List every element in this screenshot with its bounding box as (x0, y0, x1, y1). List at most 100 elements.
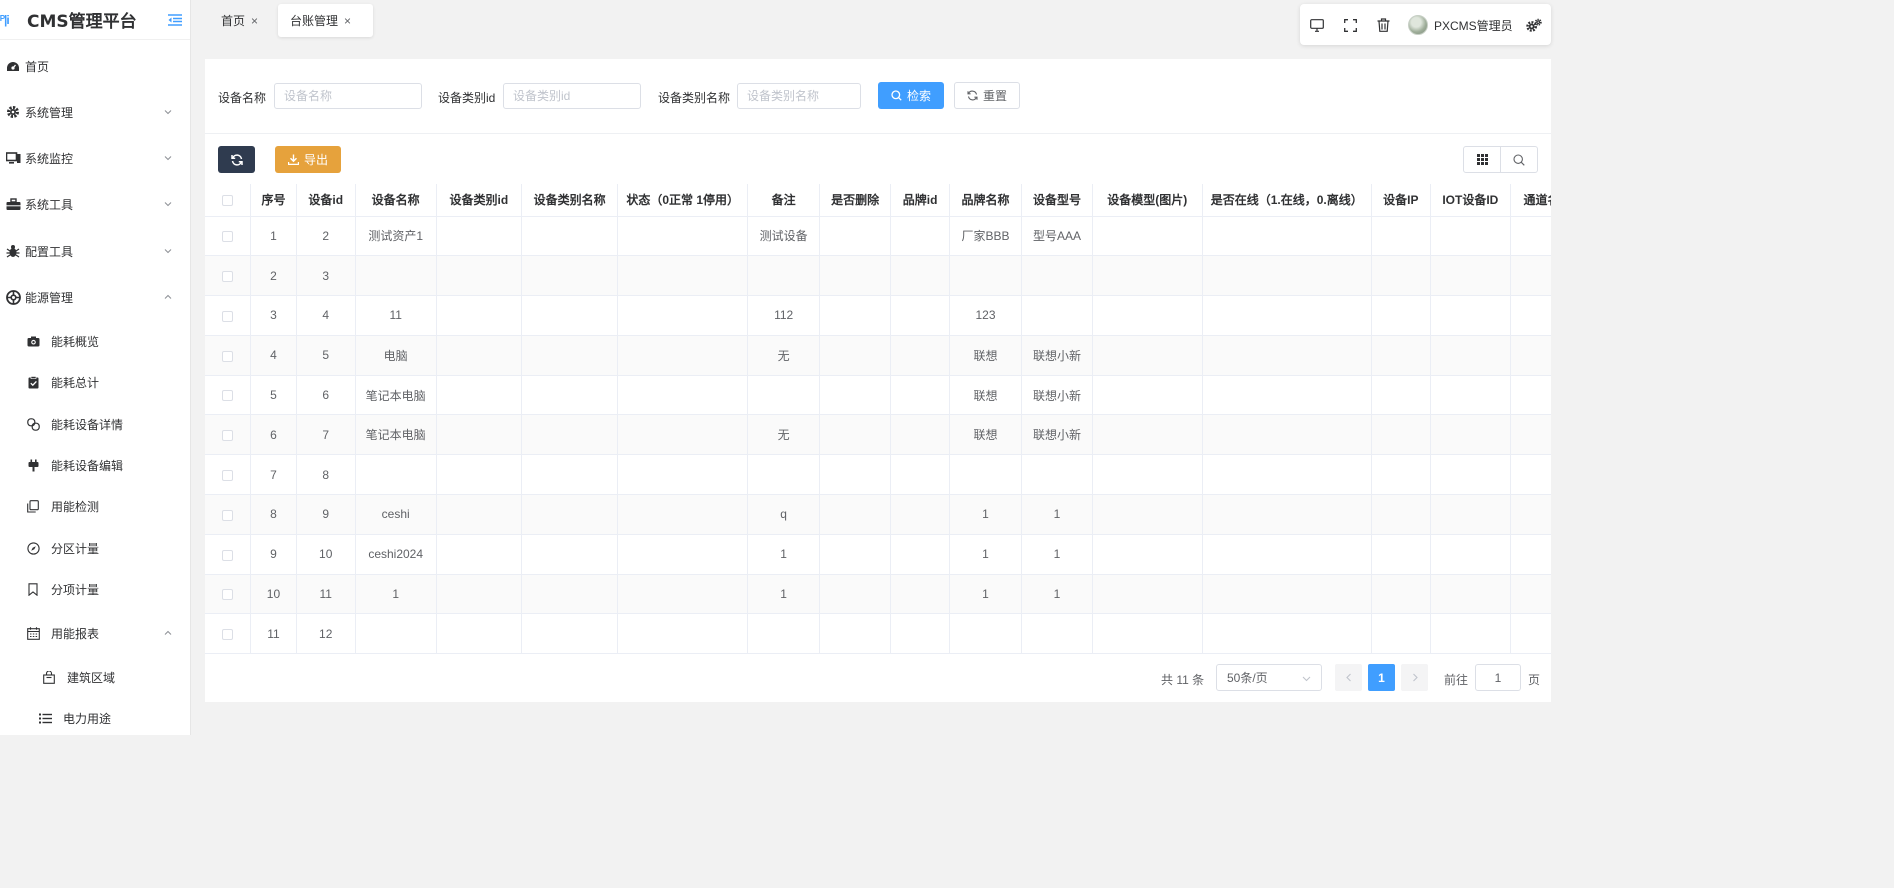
column-header: 设备类别名称 (521, 184, 619, 217)
row-select-cell[interactable] (205, 295, 252, 336)
row-checkbox[interactable] (222, 271, 234, 283)
sidebar-item-system-tools[interactable]: 系统工具 (0, 194, 190, 214)
goto-page-input[interactable] (1475, 664, 1521, 691)
row-checkbox[interactable] (222, 390, 234, 402)
tab-ledger-management[interactable]: 台账管理 × (278, 4, 373, 37)
chevron-up-icon (164, 294, 172, 299)
table-cell: 无 (747, 335, 821, 376)
avatar[interactable] (1408, 15, 1428, 35)
sidebar-item-config-tools[interactable]: 配置工具 (0, 241, 190, 261)
search-toggle-button[interactable] (1501, 147, 1537, 172)
sidebar-subitem-item-metering[interactable]: 分项计量 (0, 579, 190, 599)
row-select-cell[interactable] (205, 255, 252, 297)
table-cell: 1 (949, 494, 1023, 535)
export-button[interactable]: 导出 (275, 146, 341, 173)
table-row[interactable]: 8 9 ceshi q 1 1 (205, 494, 1551, 535)
sidebar-subitem-energy-overview[interactable]: 能耗概览 (0, 331, 190, 351)
sidebar-item-system-management[interactable]: 系统管理 (0, 102, 190, 122)
reset-button[interactable]: 重置 (954, 82, 1020, 109)
close-icon[interactable]: × (251, 14, 258, 28)
page-number-button[interactable]: 1 (1368, 664, 1395, 691)
row-select-cell[interactable] (205, 454, 252, 496)
sidebar-subitem-energy-total[interactable]: 能耗总计 (0, 372, 190, 392)
table-row[interactable]: 23 (205, 255, 1551, 297)
prev-page-button[interactable] (1335, 664, 1362, 691)
row-checkbox[interactable] (222, 549, 234, 561)
next-page-button[interactable] (1401, 664, 1428, 691)
desktop-icon[interactable] (1309, 17, 1325, 33)
row-select-cell[interactable] (205, 613, 252, 654)
table-cell (617, 494, 749, 535)
row-select-cell[interactable] (205, 494, 252, 535)
row-checkbox[interactable] (222, 470, 234, 481)
sidebar-item-energy-management[interactable]: 能源管理 (0, 287, 190, 307)
table-row[interactable]: 4 5 电脑 无 联想 联想小新 (205, 335, 1551, 376)
row-select-cell[interactable] (205, 534, 252, 575)
row-checkbox[interactable] (222, 231, 234, 243)
refresh-table-button[interactable] (218, 146, 255, 173)
row-checkbox[interactable] (222, 589, 234, 601)
fullscreen-icon[interactable] (1342, 17, 1358, 33)
row-select-cell[interactable] (205, 574, 252, 615)
table-cell (1371, 534, 1431, 575)
settings-gears-icon[interactable] (1526, 17, 1542, 33)
sidebar-subitem-energy-device-edit[interactable]: 能耗设备编辑 (0, 455, 190, 475)
sidebar-subitem-energy-device-detail[interactable]: 能耗设备详情 (0, 414, 190, 434)
column-header: 设备类别id (436, 184, 522, 217)
table-row[interactable]: 10 11 1 1 1 1 (205, 574, 1551, 615)
device-name-input[interactable] (274, 83, 422, 109)
sidebar-item-label: 能耗总计 (51, 375, 100, 390)
table-cell (1021, 255, 1093, 297)
select-all-checkbox[interactable] (222, 195, 234, 207)
table-row[interactable]: 6 7 笔记本电脑 无 联想 联想小新 (205, 414, 1551, 456)
table-cell (1371, 255, 1431, 297)
trash-icon[interactable] (1375, 17, 1391, 33)
sidebar-subitem-building-area[interactable]: 建筑区域 (0, 667, 190, 687)
table-row[interactable]: 3 4 11 112 123 (205, 295, 1551, 336)
table-cell: 联想 (949, 335, 1023, 376)
row-checkbox[interactable] (222, 430, 234, 442)
close-icon[interactable]: × (344, 14, 351, 28)
table-cell (1092, 255, 1203, 297)
sidebar-subitem-power-usage[interactable]: 电力用途 (0, 708, 190, 728)
row-select-cell[interactable] (205, 216, 252, 257)
tab-home[interactable]: 首页 × (209, 4, 270, 37)
row-select-cell[interactable] (205, 335, 252, 376)
sidebar-subitem-energy-detection[interactable]: 用能检测 (0, 496, 190, 516)
table-cell: 1 (355, 574, 437, 615)
page-size-value: 50条/页 (1227, 671, 1268, 685)
username[interactable]: PXCMS管理员 (1434, 17, 1513, 34)
sidebar-subitem-zone-metering[interactable]: 分区计量 (0, 538, 190, 558)
chevron-down-icon (164, 249, 172, 254)
column-header: 备注 (747, 184, 821, 217)
table-row[interactable]: 9 10 ceshi2024 1 1 1 (205, 534, 1551, 575)
search-button[interactable]: 检索 (878, 82, 944, 109)
row-checkbox[interactable] (222, 629, 234, 641)
table-row[interactable]: 11 12 (205, 613, 1551, 654)
row-select-cell[interactable] (205, 375, 252, 416)
table-cell (1430, 295, 1511, 336)
sidebar-item-system-monitor[interactable]: 系统监控 (0, 148, 190, 168)
table-cell (1510, 574, 1551, 615)
table-row[interactable]: 5 6 笔记本电脑 联想 联想小新 (205, 375, 1551, 416)
row-select-cell[interactable] (205, 414, 252, 456)
select-all-cell[interactable] (205, 184, 252, 217)
row-checkbox[interactable] (222, 310, 234, 322)
table-cell (1430, 255, 1511, 297)
table-cell (617, 613, 749, 654)
table-cell (890, 295, 950, 336)
row-checkbox[interactable] (222, 509, 234, 521)
table-cell: 1 (747, 534, 821, 575)
page-size-select[interactable]: 50条/页 (1216, 664, 1322, 691)
table-cell (355, 454, 437, 496)
table-row[interactable]: 1 2 测试资产1 测试设备 厂家BBB 型号AAA (205, 216, 1551, 257)
sidebar-subitem-energy-report[interactable]: 用能报表 (0, 623, 190, 643)
sidebar-item-home[interactable]: 首页 (0, 56, 190, 76)
menu-collapse-icon[interactable] (168, 14, 182, 26)
table-row[interactable]: 78 (205, 454, 1551, 496)
columns-toggle-button[interactable] (1464, 147, 1501, 172)
category-id-input[interactable] (503, 83, 641, 109)
category-name-input[interactable] (737, 83, 861, 109)
chevron-up-icon (164, 630, 172, 635)
row-checkbox[interactable] (222, 350, 234, 362)
